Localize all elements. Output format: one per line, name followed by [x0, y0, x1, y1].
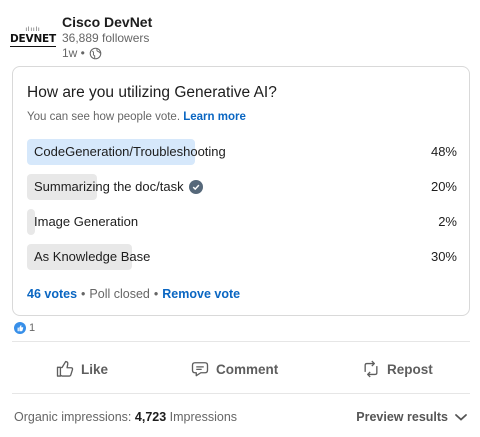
learn-more-link[interactable]: Learn more — [183, 111, 246, 123]
thumbs-up-icon — [56, 360, 74, 377]
poll-visibility-note: You can see how people vote. Learn more — [27, 110, 246, 125]
poll-option-percent: 20% — [430, 179, 457, 194]
poll-option-percent: 48% — [430, 144, 457, 159]
poll-footer: 46 votes • Poll closed • Remove vote — [27, 286, 240, 302]
author-meta: Cisco DevNet 36,889 followers 1w • — [62, 14, 152, 62]
post-card: ılıılı DEVNET Cisco DevNet 36,889 follow… — [0, 0, 480, 437]
option-text: CodeGeneration/Troubleshooting — [34, 144, 226, 159]
poll-option: As Knowledge Base 30% — [27, 244, 457, 270]
repost-icon — [364, 360, 378, 378]
poll-option-percent: 2% — [438, 214, 457, 229]
like-button[interactable]: Like — [55, 352, 108, 386]
option-text: Image Generation — [34, 214, 139, 229]
option-text: As Knowledge Base — [34, 249, 151, 264]
logo-text: DEVNET — [10, 33, 56, 47]
poll-option-label: Image Generation — [34, 214, 138, 230]
poll-question: How are you utilizing Generative AI? — [27, 84, 277, 101]
preview-results-button[interactable]: Preview results — [356, 409, 468, 425]
poll-option-label: Summarizing the doc/task — [34, 179, 203, 195]
like-reaction-icon — [14, 322, 26, 334]
impressions-count: 4,723 — [134, 410, 167, 424]
like-label: Like — [81, 361, 109, 377]
poll-option-percent: 30% — [430, 249, 457, 264]
follower-count: 36,889 followers — [62, 31, 150, 45]
post-time-row: 1w • — [62, 46, 152, 61]
voted-check-icon — [188, 180, 203, 194]
option-text: Summarizing the doc/task — [34, 179, 184, 194]
divider — [12, 393, 470, 394]
company-logo[interactable]: ılıılı DEVNET — [10, 16, 56, 58]
poll-option: CodeGeneration/Troubleshooting 48% — [27, 139, 457, 165]
chevron-down-icon — [455, 414, 467, 421]
repost-button[interactable]: Repost — [361, 352, 433, 386]
reactions-summary[interactable]: 1 — [14, 322, 35, 334]
poll-card: How are you utilizing Generative AI? You… — [12, 66, 470, 316]
poll-option: Summarizing the doc/task 20% — [27, 174, 457, 200]
repost-label: Repost — [387, 361, 433, 377]
globe-icon — [89, 47, 102, 60]
vote-count-link[interactable]: 46 votes — [27, 286, 77, 302]
impressions-prefix: Organic impressions: — [14, 410, 132, 424]
separator: • — [81, 287, 86, 301]
preview-results-label: Preview results — [356, 410, 448, 424]
comment-label: Comment — [216, 361, 279, 377]
post-action-bar: Like Comment Repost — [12, 352, 470, 386]
poll-status: Poll closed — [89, 287, 150, 301]
visibility-text: You can see how people vote. — [27, 111, 181, 123]
poll-option-label: As Knowledge Base — [34, 249, 150, 265]
post-header: ılıılı DEVNET Cisco DevNet 36,889 follow… — [10, 14, 152, 62]
comment-button[interactable]: Comment — [190, 352, 278, 386]
post-time: 1w • — [62, 46, 85, 60]
separator: • — [153, 287, 159, 301]
comment-icon — [191, 362, 209, 377]
divider — [12, 341, 470, 342]
poll-option: Image Generation 2% — [27, 209, 457, 235]
author-name[interactable]: Cisco DevNet — [62, 14, 152, 31]
impressions-summary: Organic impressions: 4,723 Impressions — [14, 409, 237, 425]
poll-option-label: CodeGeneration/Troubleshooting — [34, 144, 226, 160]
impressions-suffix: Impressions — [169, 410, 238, 424]
reaction-count: 1 — [29, 322, 36, 334]
remove-vote-link[interactable]: Remove vote — [162, 286, 240, 302]
